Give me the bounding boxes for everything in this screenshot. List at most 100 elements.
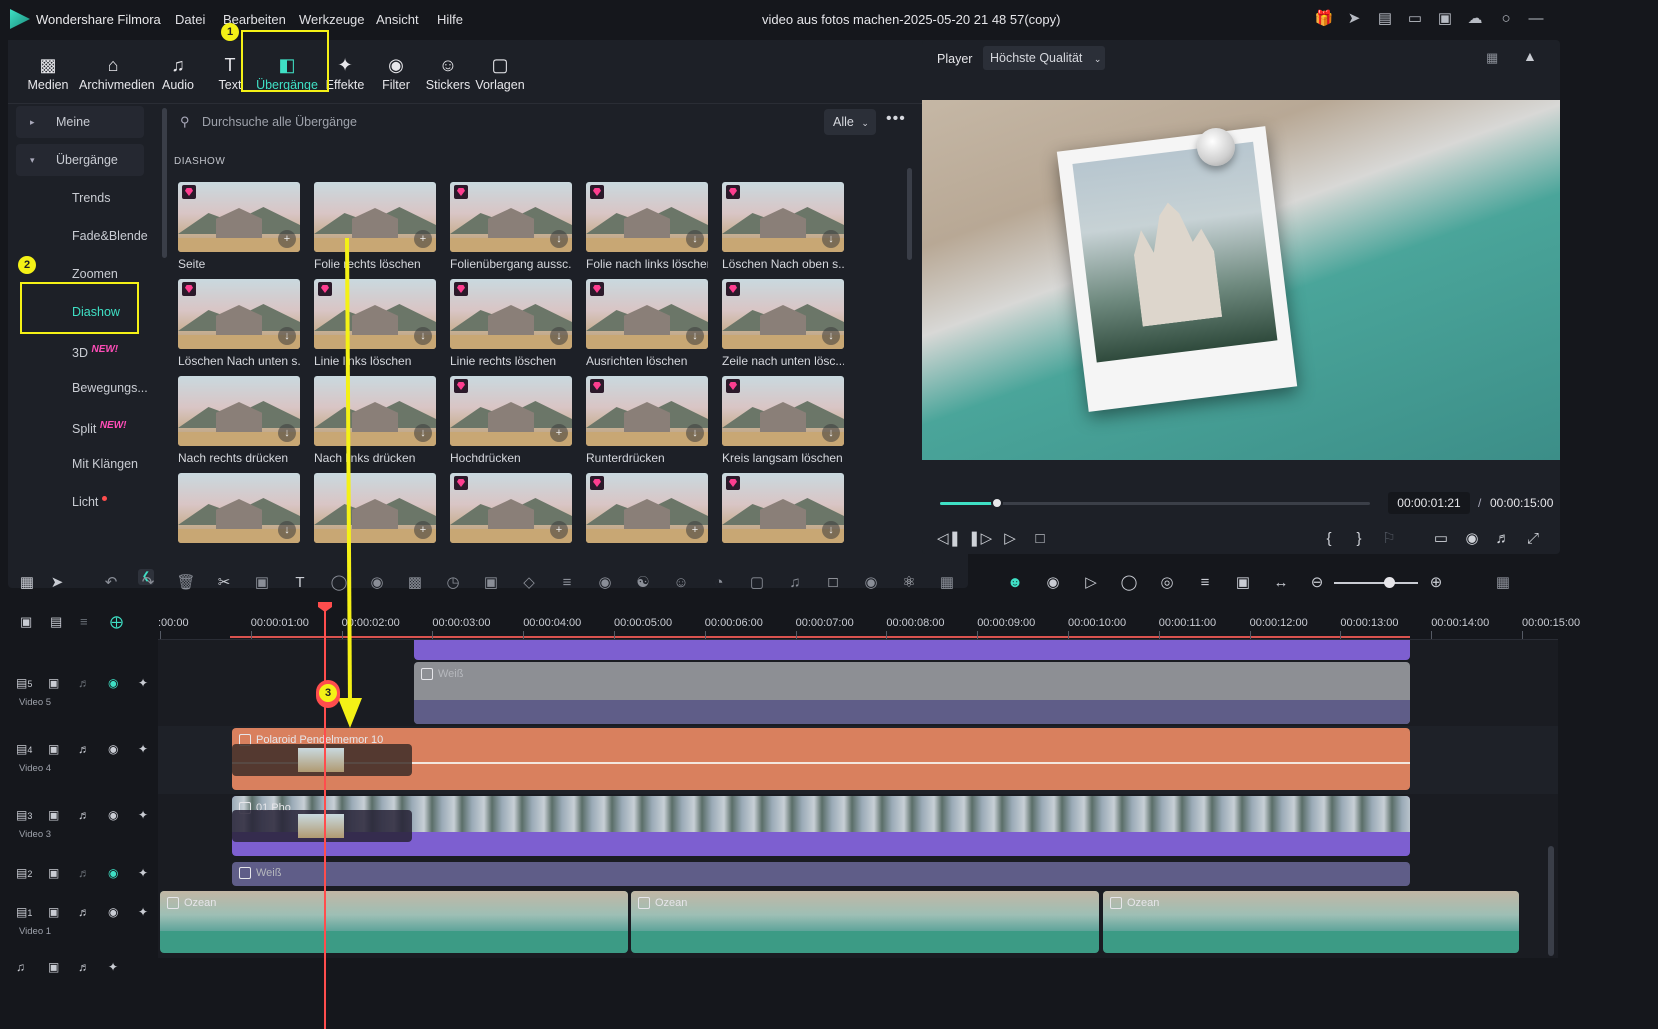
sidebar-item-bewegung[interactable]: Bewegungs...	[16, 372, 148, 404]
replace-icon[interactable]: ◉	[860, 572, 882, 594]
gift-icon[interactable]: 🎁	[1314, 9, 1334, 29]
add-icon[interactable]: +	[414, 521, 432, 539]
sidebar-scrollbar[interactable]	[162, 108, 167, 258]
news-icon[interactable]: ▤	[1375, 9, 1395, 29]
add-icon[interactable]: +	[550, 521, 568, 539]
add-icon[interactable]: +	[414, 230, 432, 248]
volume-icon[interactable]: ♬	[1492, 528, 1514, 550]
transition-thumbnail[interactable]: ↓	[450, 279, 572, 349]
motion-icon[interactable]: ☯	[632, 572, 654, 594]
download-icon[interactable]: ↓	[822, 424, 840, 442]
lock-icon[interactable]: ▣	[48, 808, 59, 822]
zoom-knob[interactable]	[1384, 577, 1395, 588]
prev-frame-icon[interactable]: ◁❚	[937, 528, 961, 550]
minimize-icon[interactable]: —	[1526, 9, 1546, 29]
transition-thumbnail[interactable]: ↓	[586, 376, 708, 446]
adjust-icon[interactable]: ≡	[556, 572, 578, 594]
transition-thumbnail[interactable]: ↓	[722, 473, 844, 543]
record-screen-icon[interactable]: ◉	[1042, 572, 1064, 594]
quality-select[interactable]: Höchste Qualität ⌄	[983, 46, 1105, 70]
download-icon[interactable]: ↓	[686, 424, 704, 442]
transition-thumbnail[interactable]: ↓	[722, 182, 844, 252]
visibility-off-icon[interactable]: ◉	[108, 866, 118, 880]
download-icon[interactable]: ↓	[414, 424, 432, 442]
auto-adjust-icon[interactable]: ✦	[108, 960, 118, 974]
auto-adjust-icon[interactable]: ✦	[138, 905, 148, 919]
camera-snapshot-icon[interactable]: ◉	[1461, 528, 1483, 550]
transition-card[interactable]: ↓	[722, 473, 844, 548]
auto-sync-icon[interactable]: ▣	[1232, 572, 1254, 594]
play-icon[interactable]: ▷	[999, 528, 1021, 550]
menu-hilfe[interactable]: Hilfe	[437, 12, 463, 27]
transition-card[interactable]: +	[586, 473, 708, 548]
mark-out-icon[interactable]: }	[1348, 528, 1370, 550]
keyframe-icon[interactable]: ◇	[518, 572, 540, 594]
undo-icon[interactable]: ↶	[100, 572, 122, 594]
save-icon[interactable]: ▣	[1435, 9, 1455, 29]
progress-knob[interactable]	[991, 497, 1004, 509]
zoom-slider[interactable]	[1334, 582, 1418, 584]
lock-icon[interactable]: ▣	[48, 960, 59, 974]
transition-card[interactable]: +	[450, 473, 572, 548]
speaker-icon[interactable]: ♬	[78, 905, 90, 919]
redo-icon[interactable]: ↷	[137, 572, 159, 594]
scissors-icon[interactable]: ✂	[213, 572, 235, 594]
fullscreen-icon[interactable]: ⤢	[1522, 528, 1544, 550]
frame-icon[interactable]: ▢	[746, 572, 768, 594]
current-timecode[interactable]: 00:00:01:21	[1388, 492, 1470, 514]
track-manage-icon[interactable]: ≡	[80, 614, 88, 629]
download-icon[interactable]: ↓	[822, 521, 840, 539]
transition-thumbnail[interactable]: ↓	[722, 376, 844, 446]
clip-ozean-1[interactable]: Ozean	[160, 891, 628, 953]
transition-card[interactable]: + Hochdrücken	[450, 376, 572, 465]
crop-icon[interactable]: ▣	[251, 572, 273, 594]
columns-icon[interactable]: ▦	[1492, 572, 1514, 594]
clip-ozean-3[interactable]: Ozean	[1103, 891, 1519, 953]
stabilize-icon[interactable]: ▣	[480, 572, 502, 594]
ai-icon[interactable]: ◔	[708, 572, 730, 594]
add-track-icon[interactable]: ▣	[20, 614, 32, 630]
tab-archivmedien[interactable]: ⌂ Archivmedien	[79, 48, 155, 100]
sidebar-item-split[interactable]: Split NEW!	[16, 410, 144, 442]
mute-icon[interactable]: ♬	[78, 676, 90, 690]
transition-thumbnail[interactable]: +	[586, 473, 708, 543]
transition-thumbnail[interactable]: +	[178, 182, 300, 252]
transition-thumbnail[interactable]: +	[450, 376, 572, 446]
search-input[interactable]	[176, 106, 836, 138]
caption-icon[interactable]: ▦	[936, 572, 958, 594]
zoom-out-icon[interactable]: ⊖	[1306, 572, 1328, 594]
eye-icon[interactable]: ◉	[108, 742, 118, 756]
transition-thumbnail[interactable]: ↓	[178, 279, 300, 349]
download-icon[interactable]: ↓	[550, 327, 568, 345]
mask-icon[interactable]: ◉	[594, 572, 616, 594]
clip-top-purple[interactable]	[414, 640, 1410, 660]
download-icon[interactable]: ↓	[278, 327, 296, 345]
speaker-icon[interactable]: ♬	[78, 960, 90, 974]
auto-adjust-icon[interactable]: ✦	[138, 808, 148, 822]
stop-icon[interactable]: □	[1029, 528, 1051, 550]
transition-thumbnail[interactable]: ↓	[178, 376, 300, 446]
download-icon[interactable]: ↓	[278, 521, 296, 539]
timeline-scrollbar[interactable]	[1548, 846, 1554, 956]
add-icon[interactable]: +	[686, 521, 704, 539]
render-icon[interactable]: ▷	[1080, 572, 1102, 594]
eye-icon[interactable]: ◉	[108, 808, 118, 822]
transition-card[interactable]: ↓ Löschen Nach oben s...	[722, 182, 844, 271]
box-select-icon[interactable]: □	[822, 572, 844, 594]
speaker-icon[interactable]: ♬	[78, 742, 90, 756]
menu-ansicht[interactable]: Ansicht	[376, 12, 419, 27]
auto-adjust-icon[interactable]: ✦	[138, 742, 148, 756]
microphone-icon[interactable]: ◎	[1156, 572, 1178, 594]
eye-icon[interactable]: ◉	[108, 905, 118, 919]
zoom-in-icon[interactable]: ⊕	[1425, 572, 1447, 594]
marker-icon[interactable]: ⚐	[1378, 528, 1400, 550]
next-frame-icon[interactable]: ❚▷	[968, 528, 992, 550]
add-icon[interactable]: +	[278, 230, 296, 248]
download-icon[interactable]: ↓	[278, 424, 296, 442]
transition-thumbnail[interactable]: ↓	[722, 279, 844, 349]
auto-adjust-icon[interactable]: ✦	[138, 676, 148, 690]
lock-icon[interactable]: ▣	[48, 676, 59, 690]
audio-tool-icon[interactable]: ♫	[784, 572, 806, 594]
sidebar-item-fade-blende[interactable]: Fade&Blende	[16, 220, 148, 252]
download-icon[interactable]: ↓	[550, 230, 568, 248]
